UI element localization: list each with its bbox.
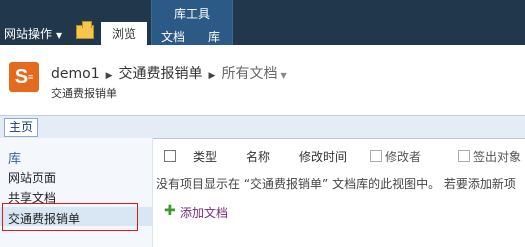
ribbon-bar: 网站操作 ▼ 浏览 库工具 文档 库 [0, 0, 525, 45]
breadcrumb-list-link[interactable]: 交通费报销单 [119, 66, 203, 82]
view-selector[interactable]: 所有文档 ▼ [221, 66, 286, 82]
chevron-down-icon: ▼ [56, 31, 63, 40]
navigate-up-folder-icon[interactable] [76, 21, 94, 39]
breadcrumb-separator-icon: ▶ [208, 71, 216, 81]
column-header-name[interactable]: 名称 [246, 148, 270, 165]
chevron-down-icon: ▼ [280, 71, 287, 80]
add-plus-icon: ✚ [164, 203, 176, 219]
select-all-checkbox[interactable] [164, 150, 176, 162]
library-tools-title: 库工具 [173, 7, 210, 21]
breadcrumb: demo1 ▶ 交通费报销单 ▶ 所有文档 ▼ [51, 63, 287, 83]
breadcrumb-site-link[interactable]: demo1 [51, 66, 100, 82]
checked-out-to-checkbox[interactable] [458, 150, 470, 162]
quick-launch-heading-libraries[interactable]: 库 [8, 148, 21, 167]
site-actions-menu[interactable]: 网站操作 ▼ [4, 25, 62, 42]
sidebar-item-site-pages[interactable]: 网站页面 [8, 169, 56, 186]
breadcrumb-separator-icon: ▶ [105, 71, 113, 81]
column-header-modified-by[interactable]: 修改者 [385, 148, 421, 165]
site-actions-label: 网站操作 [4, 27, 53, 41]
sharepoint-logo-icon[interactable]: S≡ [9, 62, 39, 92]
list-view-header: 类型 名称 修改时间 修改者 签出对象 [156, 148, 525, 166]
top-nav-home[interactable]: 主页 [4, 118, 39, 137]
column-header-modified[interactable]: 修改时间 [299, 148, 347, 165]
add-document-link[interactable]: 添加文档 [180, 204, 228, 221]
column-header-checked-out-to[interactable]: 签出对象 [473, 148, 521, 165]
tab-library[interactable]: 库 [208, 28, 220, 45]
top-navigation-bar: 主页 [0, 115, 525, 139]
library-tools-tab-group: 库工具 文档 库 [151, 0, 233, 45]
view-selector-label: 所有文档 [221, 66, 278, 82]
tab-browse[interactable]: 浏览 [101, 22, 147, 45]
empty-list-message: 没有项目显示在 “交通费报销单” 文档库的此视图中。 若要添加新项 [156, 177, 516, 191]
tab-documents[interactable]: 文档 [161, 28, 185, 45]
selection-highlight-box [2, 203, 138, 231]
page-subtitle: 交通费报销单 [51, 87, 117, 100]
modified-by-checkbox[interactable] [370, 150, 382, 162]
column-header-type[interactable]: 类型 [193, 148, 217, 165]
